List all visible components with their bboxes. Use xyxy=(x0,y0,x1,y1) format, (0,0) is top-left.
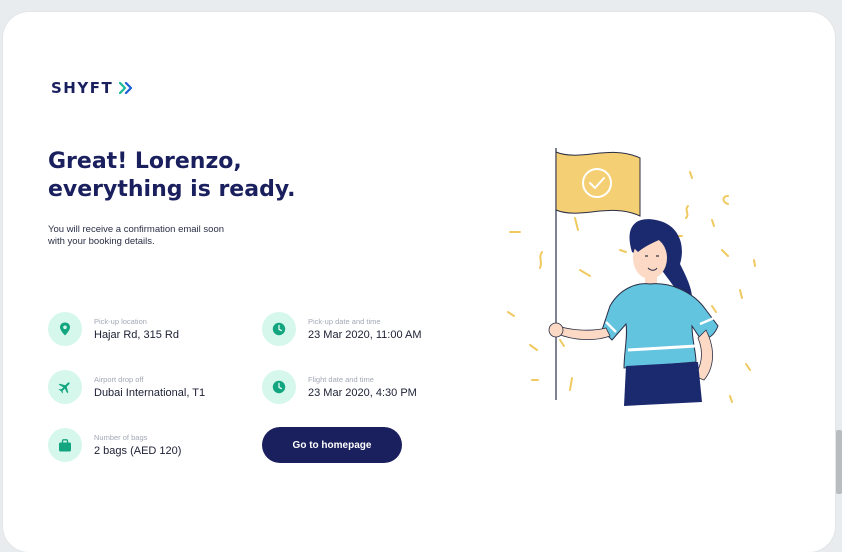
airplane-icon xyxy=(48,370,82,404)
page-title: Great! Lorenzo, everything is ready. xyxy=(48,148,368,204)
go-to-homepage-button[interactable]: Go to homepage xyxy=(262,427,402,463)
confirmation-message: You will receive a confirmation email so… xyxy=(48,224,268,248)
headline-line-1: Great! Lorenzo, xyxy=(48,149,242,174)
brand-logo[interactable]: SHYFT xyxy=(51,79,133,97)
detail-pickup-location: Pick-up location Hajar Rd, 315 Rd xyxy=(48,312,179,346)
brand-name: SHYFT xyxy=(51,79,114,97)
clock-icon xyxy=(262,312,296,346)
scrollbar-thumb[interactable] xyxy=(836,430,842,494)
double-chevron-right-icon xyxy=(119,82,133,94)
celebration-illustration xyxy=(500,140,770,425)
detail-label: Number of bags xyxy=(94,432,148,442)
detail-label: Flight date and time xyxy=(308,374,374,384)
detail-pickup-datetime: Pick-up date and time 23 Mar 2020, 11:00… xyxy=(262,312,422,346)
clock-icon xyxy=(262,370,296,404)
detail-airport-dropoff: Airport drop off Dubai International, T1 xyxy=(48,370,205,404)
detail-label: Airport drop off xyxy=(94,374,144,384)
detail-value: Dubai International, T1 xyxy=(94,386,206,399)
scrollbar[interactable] xyxy=(836,0,842,524)
subtext-line-1: You will receive a confirmation email so… xyxy=(48,224,225,235)
detail-value: 23 Mar 2020, 4:30 PM xyxy=(308,386,417,399)
location-pin-icon xyxy=(48,312,82,346)
detail-label: Pick-up date and time xyxy=(308,316,381,326)
detail-bags: Number of bags 2 bags (AED 120) xyxy=(48,428,181,462)
detail-value: Hajar Rd, 315 Rd xyxy=(94,328,179,341)
detail-label: Pick-up location xyxy=(94,316,147,326)
detail-flight-datetime: Flight date and time 23 Mar 2020, 4:30 P… xyxy=(262,370,417,404)
subtext-line-2: with your booking details. xyxy=(48,236,155,247)
detail-value: 23 Mar 2020, 11:00 AM xyxy=(308,328,422,341)
headline-line-2: everything is ready. xyxy=(48,177,296,202)
detail-value: 2 bags (AED 120) xyxy=(94,444,182,457)
bag-icon xyxy=(48,428,82,462)
